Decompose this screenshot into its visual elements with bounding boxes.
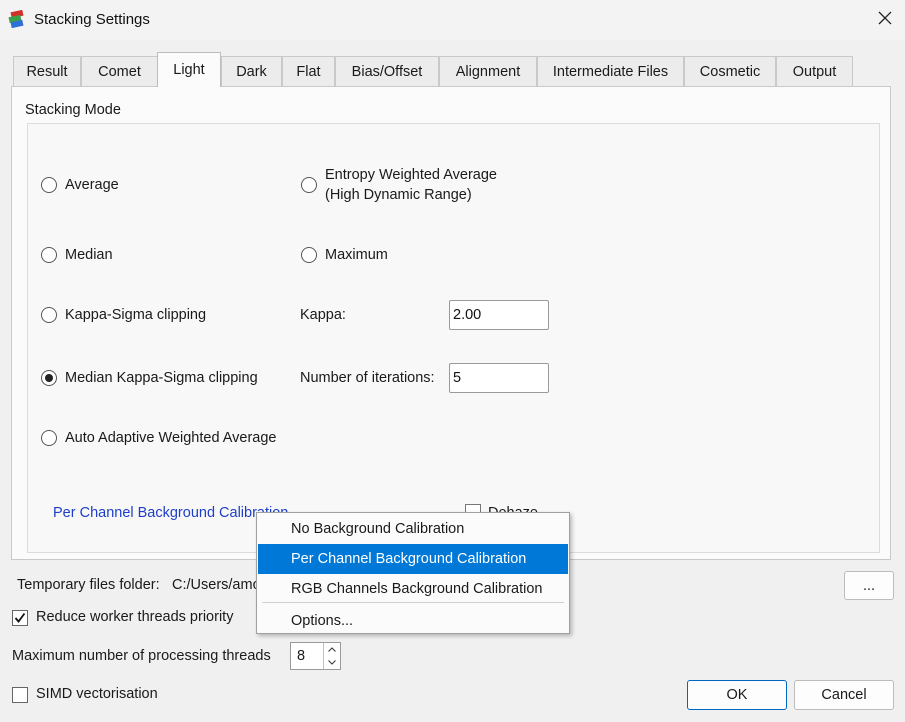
spin-up-button[interactable] <box>323 643 340 656</box>
menu-separator <box>262 602 564 603</box>
reduce-priority-label: Reduce worker threads priority <box>36 609 234 625</box>
simd-checkbox[interactable] <box>12 687 28 703</box>
max-threads-spinbox[interactable]: 8 <box>290 642 341 670</box>
temp-folder-path: C:/Users/amo <box>172 577 261 593</box>
menu-item-no-background-calibration[interactable]: No Background Calibration <box>258 514 568 544</box>
radio-kappa-sigma[interactable] <box>41 307 57 323</box>
tab-flat[interactable]: Flat <box>282 56 335 86</box>
tab-output[interactable]: Output <box>776 56 853 86</box>
radio-median-kappa-sigma[interactable] <box>41 370 57 386</box>
title-bar: Stacking Settings <box>0 0 905 40</box>
chevron-up-icon <box>328 647 336 652</box>
kappa-input[interactable] <box>449 300 549 330</box>
background-calibration-link[interactable]: Per Channel Background Calibration <box>53 505 288 521</box>
entropy-label-line2: (High Dynamic Range) <box>325 187 472 203</box>
max-threads-label: Maximum number of processing threads <box>12 648 271 664</box>
browse-folder-button[interactable]: ... <box>844 571 894 600</box>
window-title: Stacking Settings <box>34 11 150 28</box>
temp-folder-label: Temporary files folder: <box>17 577 160 593</box>
iterations-input[interactable] <box>449 363 549 393</box>
app-icon <box>8 9 26 29</box>
auto-adaptive-label: Auto Adaptive Weighted Average <box>65 430 277 446</box>
checkmark-icon <box>14 612 26 623</box>
reduce-priority-checkbox[interactable] <box>12 610 28 626</box>
radio-average[interactable] <box>41 177 57 193</box>
tab-alignment[interactable]: Alignment <box>439 56 537 86</box>
close-icon <box>878 11 892 29</box>
ok-button[interactable]: OK <box>687 680 787 710</box>
simd-label: SIMD vectorisation <box>36 686 158 702</box>
kappa-label: Kappa: <box>300 307 346 323</box>
stacking-mode-label: Stacking Mode <box>25 102 121 118</box>
tab-light[interactable]: Light <box>157 52 221 87</box>
tab-intermediate-files[interactable]: Intermediate Files <box>537 56 684 86</box>
radio-entropy-weighted[interactable] <box>301 177 317 193</box>
menu-item-per-channel-background-calibration[interactable]: Per Channel Background Calibration <box>258 544 568 574</box>
radio-auto-adaptive[interactable] <box>41 430 57 446</box>
cancel-button[interactable]: Cancel <box>794 680 894 710</box>
background-calibration-menu: No Background Calibration Per Channel Ba… <box>256 512 570 634</box>
tab-bias-offset[interactable]: Bias/Offset <box>335 56 439 86</box>
close-button[interactable] <box>868 6 902 34</box>
iterations-label: Number of iterations: <box>300 370 435 386</box>
entropy-label-line1: Entropy Weighted Average <box>325 167 497 183</box>
max-threads-value: 8 <box>297 648 306 664</box>
radio-maximum[interactable] <box>301 247 317 263</box>
chevron-down-icon <box>328 660 336 665</box>
median-label: Median <box>65 247 113 263</box>
radio-median[interactable] <box>41 247 57 263</box>
kappa-sigma-label: Kappa-Sigma clipping <box>65 307 207 323</box>
menu-item-options[interactable]: Options... <box>258 606 568 636</box>
average-label: Average <box>65 177 119 193</box>
median-kappa-sigma-label: Median Kappa-Sigma clipping <box>65 370 258 386</box>
tab-cosmetic[interactable]: Cosmetic <box>684 56 776 86</box>
menu-item-rgb-channels-background-calibration[interactable]: RGB Channels Background Calibration <box>258 574 568 604</box>
spin-down-button[interactable] <box>323 656 340 669</box>
tab-result[interactable]: Result <box>13 56 81 86</box>
tab-comet[interactable]: Comet <box>81 56 158 86</box>
maximum-label: Maximum <box>325 247 388 263</box>
tab-dark[interactable]: Dark <box>221 56 282 86</box>
